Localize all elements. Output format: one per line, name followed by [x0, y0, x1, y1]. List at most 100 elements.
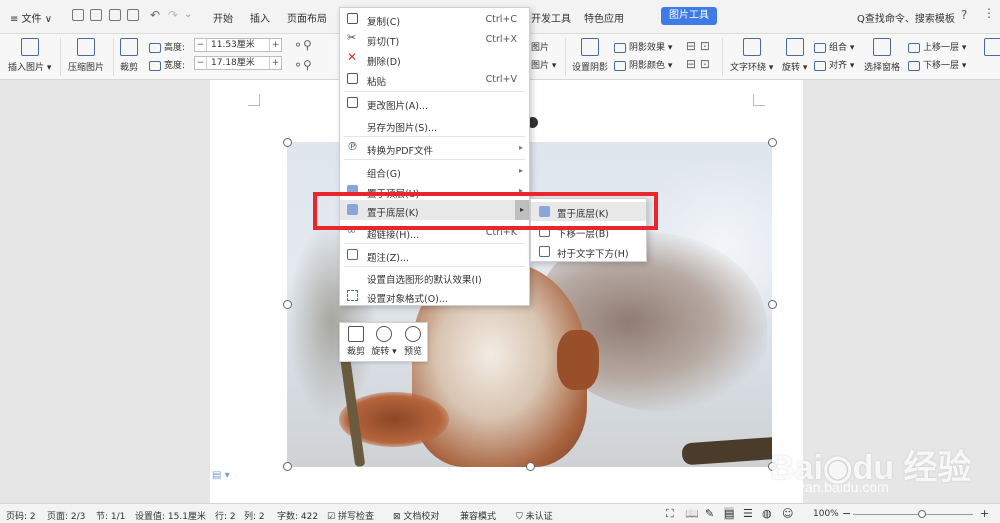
print-icon[interactable]: [109, 9, 121, 21]
behind-text-icon: [539, 246, 550, 257]
page-view-icon[interactable]: ▤: [724, 507, 735, 520]
status-bar: 页码: 2 页面: 2/3 节: 1/1 设置值: 15.1厘米 行: 2 列:…: [0, 503, 1000, 523]
menu-item-default-effect[interactable]: 设置自选图形的默认效果(I): [340, 267, 529, 287]
rotate-icon: [376, 326, 392, 342]
shadow-color-button[interactable]: 阴影颜色 ▾: [614, 58, 672, 71]
fullscreen-icon[interactable]: ⛶: [666, 507, 674, 521]
search-command[interactable]: Q查找命令、搜索模板: [857, 10, 955, 25]
more-icon[interactable]: ⋮: [983, 6, 995, 20]
highlight-annotation: [313, 192, 658, 230]
mini-preview-button[interactable]: 预览: [399, 326, 427, 357]
width-stepper[interactable]: − 17.18厘米 +: [194, 56, 282, 70]
tab-home[interactable]: 开始: [213, 10, 233, 25]
width-label: 宽度:: [149, 58, 185, 71]
decrement-button[interactable]: −: [195, 39, 207, 51]
width-value[interactable]: 17.18厘米: [211, 57, 255, 69]
compress-picture-button[interactable]: 压缩图片: [68, 38, 104, 73]
zoom-slider[interactable]: [853, 514, 973, 515]
more-ribbon-button[interactable]: [984, 38, 1000, 60]
zoom-in-button[interactable]: +: [980, 507, 989, 520]
height-stepper[interactable]: − 11.53厘米 +: [194, 38, 282, 52]
increment-button[interactable]: +: [269, 39, 281, 51]
picture-mini-toolbar: 裁剪 旋转 ▾ 预览: [339, 322, 428, 362]
context-menu: 复制(C) Ctrl+C ✂ 剪切(T) Ctrl+X ✕ 删除(D) 粘贴 C…: [339, 7, 530, 306]
selection-pane-button[interactable]: 选择窗格: [864, 38, 900, 73]
export-pdf-icon[interactable]: [90, 9, 102, 21]
text-wrap-icon: [742, 38, 761, 56]
zoom-in-icon: [405, 326, 421, 342]
status-pages[interactable]: 页面: 2/3: [47, 509, 85, 522]
status-word-count[interactable]: 字数: 422: [277, 509, 318, 522]
file-menu[interactable]: ≡ 文件 ∨: [10, 10, 52, 25]
divider: [722, 38, 723, 76]
eye-protection-icon[interactable]: ☺: [782, 507, 793, 520]
print-preview-icon[interactable]: [127, 9, 139, 21]
divider: [113, 38, 114, 76]
increment-button[interactable]: +: [269, 57, 281, 69]
height-value[interactable]: 11.53厘米: [211, 39, 255, 51]
status-row: 行: 2: [215, 512, 236, 522]
insert-picture-button[interactable]: 插入图片 ▾: [8, 38, 51, 73]
set-shadow-button[interactable]: 设置阴影: [572, 38, 608, 73]
help-icon[interactable]: ?: [961, 8, 967, 22]
resize-handle[interactable]: [768, 300, 777, 309]
group-button[interactable]: 组合 ▾: [814, 40, 854, 53]
picture-color-icon[interactable]: ⚬⚲: [293, 58, 312, 72]
redo-icon[interactable]: ↷: [168, 8, 178, 22]
menu-item-paste[interactable]: 粘贴 Ctrl+V: [340, 69, 529, 89]
web-view-icon[interactable]: ◍: [762, 507, 772, 520]
mini-crop-button[interactable]: 裁剪: [342, 326, 370, 357]
resize-handle[interactable]: [283, 300, 292, 309]
zoom-out-button[interactable]: −: [842, 507, 851, 520]
menu-item-format-object[interactable]: 设置对象格式(O)...: [340, 286, 529, 306]
tab-special[interactable]: 特色应用: [584, 10, 624, 25]
save-icon[interactable]: [72, 9, 84, 21]
align-button[interactable]: 对齐 ▾: [814, 58, 854, 71]
spell-check-button[interactable]: ☑ 拼写检查: [327, 509, 374, 522]
menu-item-cut[interactable]: ✂ 剪切(T) Ctrl+X: [340, 29, 529, 49]
tab-page-layout[interactable]: 页面布局: [287, 10, 327, 25]
text-wrap-button[interactable]: 文字环绕 ▾: [730, 38, 773, 73]
picture-effect-icon[interactable]: ⚬⚲: [293, 38, 312, 52]
tab-developer[interactable]: 开发工具: [531, 10, 571, 25]
rotate-button[interactable]: 旋转 ▾: [782, 38, 807, 73]
bring-forward-button[interactable]: 上移一层 ▾: [908, 40, 966, 53]
menu-item-group[interactable]: 组合(G) ▸: [340, 161, 529, 181]
read-mode-icon[interactable]: 📖: [685, 507, 699, 520]
menu-item-change-picture[interactable]: 更改图片(A)...: [340, 93, 529, 113]
copy-icon: [347, 13, 358, 24]
tab-picture-tools[interactable]: 图片工具: [661, 7, 717, 25]
submenu-item-behind-text[interactable]: 衬于文字下方(H): [531, 242, 646, 261]
picture-bottom-button[interactable]: 图片 ▾: [531, 58, 556, 71]
resize-handle[interactable]: [526, 462, 535, 471]
shadow-color-icon: [614, 60, 626, 71]
menu-item-copy[interactable]: 复制(C) Ctrl+C: [340, 9, 529, 29]
resize-handle[interactable]: [768, 138, 777, 147]
resize-handle[interactable]: [283, 138, 292, 147]
send-backward-button[interactable]: 下移一层 ▾: [908, 58, 966, 71]
pen-icon[interactable]: ✎: [705, 507, 714, 520]
undo-icon[interactable]: ↶: [150, 8, 160, 22]
zoom-percent[interactable]: 100%: [813, 509, 839, 519]
menu-item-convert-pdf[interactable]: ℗ 转换为PDF文件 ▸: [340, 138, 529, 158]
paste-options-icon[interactable]: ▤ ▾: [212, 470, 230, 481]
menu-item-save-as-picture[interactable]: 另存为图片(S)...: [340, 115, 529, 135]
shadow-nudge-icon[interactable]: ⊟ ⊡: [686, 57, 710, 71]
menu-item-caption[interactable]: 题注(Z)...: [340, 245, 529, 265]
outline-view-icon[interactable]: ☰: [743, 507, 753, 520]
tab-insert[interactable]: 插入: [250, 10, 270, 25]
resize-handle[interactable]: [283, 462, 292, 471]
auth-status[interactable]: ⛉ 未认证: [516, 509, 553, 522]
menu-item-delete[interactable]: ✕ 删除(D): [340, 49, 529, 69]
baidu-watermark-url: jingyan.baidu.com: [776, 479, 889, 495]
shadow-effect-button[interactable]: 阴影效果 ▾: [614, 40, 672, 53]
picture-top-button[interactable]: 图片: [531, 40, 549, 53]
shadow-nudge-icon[interactable]: ⊟ ⊡: [686, 39, 710, 53]
decrement-button[interactable]: −: [195, 57, 207, 69]
crop-button[interactable]: 裁剪: [120, 38, 138, 73]
proofread-button[interactable]: ⊠ 文档校对: [393, 509, 439, 522]
zoom-slider-knob[interactable]: [918, 510, 926, 518]
mini-rotate-button[interactable]: 旋转 ▾: [370, 326, 398, 357]
quick-access-dropdown-icon[interactable]: ⌄: [184, 9, 192, 20]
align-icon: [814, 60, 826, 71]
